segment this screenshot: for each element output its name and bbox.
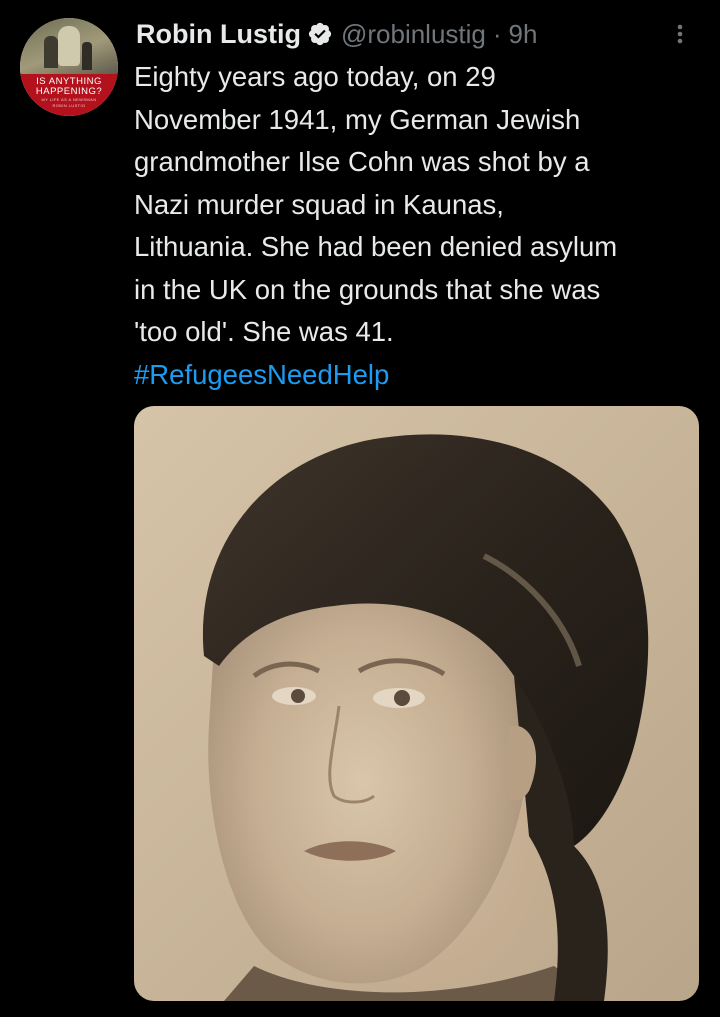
handle[interactable]: @robinlustig [341,19,486,50]
verified-badge-icon [307,21,333,47]
tweet-photo[interactable] [134,406,699,1001]
tweet[interactable]: IS ANYTHING HAPPENING? MY LIFE AS A NEWS… [0,0,720,1017]
avatar-book-cover-band: IS ANYTHING HAPPENING? MY LIFE AS A NEWS… [20,74,118,116]
avatar[interactable]: IS ANYTHING HAPPENING? MY LIFE AS A NEWS… [20,18,118,116]
sepia-portrait-photo [202,434,649,1001]
avatar-title-line2: HAPPENING? [35,86,103,97]
hashtag-link[interactable]: #RefugeesNeedHelp [134,354,389,397]
tweet-text: Eighty years ago today, on 29 November 1… [134,61,618,347]
display-name[interactable]: Robin Lustig [136,19,301,50]
more-vertical-icon[interactable] [670,20,690,48]
avatar-photo [20,18,118,76]
avatar-author: ROBIN LUSTIG [52,103,86,108]
timestamp[interactable]: 9h [509,19,538,50]
tweet-header: Robin Lustig @robinlustig · 9h [136,16,704,52]
separator-dot: · [492,18,502,49]
